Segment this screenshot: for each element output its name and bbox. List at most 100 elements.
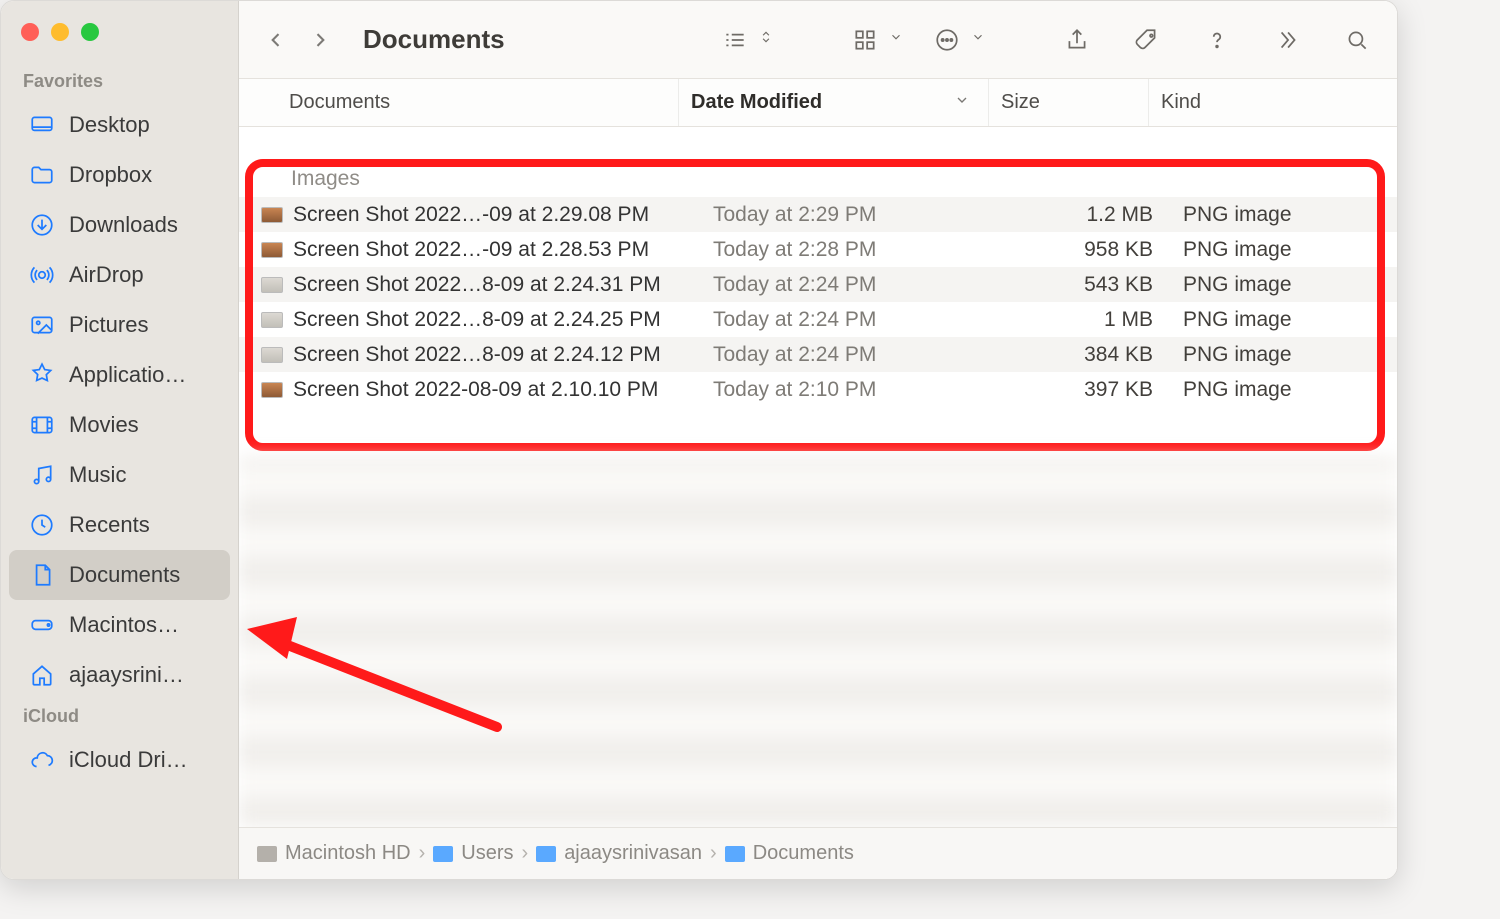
breadcrumb-item[interactable]: ajaaysrinivasan xyxy=(536,842,702,865)
file-row[interactable]: Screen Shot 2022-08-09 at 2.10.10 PM Tod… xyxy=(239,372,1397,407)
sidebar-item-home[interactable]: ajaaysrini… xyxy=(9,650,230,700)
movies-icon xyxy=(29,412,55,438)
file-name: Screen Shot 2022…-09 at 2.28.53 PM xyxy=(293,238,649,262)
sidebar-item-desktop[interactable]: Desktop xyxy=(9,100,230,150)
sidebar-item-label: ajaaysrini… xyxy=(69,662,184,688)
file-size: 958 KB xyxy=(1011,238,1171,262)
tags-button[interactable] xyxy=(1127,20,1167,60)
column-kind[interactable]: Kind xyxy=(1149,79,1397,126)
column-name[interactable]: Documents xyxy=(239,79,679,126)
chevron-down-icon xyxy=(889,30,903,49)
folder-icon xyxy=(433,846,453,862)
file-thumbnail-icon xyxy=(261,312,283,328)
sidebar-item-pictures[interactable]: Pictures xyxy=(9,300,230,350)
file-row[interactable]: Screen Shot 2022…-09 at 2.29.08 PM Today… xyxy=(239,197,1397,232)
forward-button[interactable] xyxy=(303,23,337,57)
file-date: Today at 2:10 PM xyxy=(701,378,1011,402)
file-row[interactable]: Screen Shot 2022…-09 at 2.28.53 PM Today… xyxy=(239,232,1397,267)
close-window-button[interactable] xyxy=(21,23,39,41)
column-date-modified[interactable]: Date Modified xyxy=(679,79,989,126)
view-list-button[interactable] xyxy=(715,20,773,60)
minimize-window-button[interactable] xyxy=(51,23,69,41)
file-name: Screen Shot 2022…8-09 at 2.24.12 PM xyxy=(293,343,661,367)
group-by-button[interactable] xyxy=(845,20,903,60)
sidebar-item-label: Documents xyxy=(69,562,180,588)
sidebar-item-label: Music xyxy=(69,462,126,488)
sidebar-item-music[interactable]: Music xyxy=(9,450,230,500)
chevron-down-icon xyxy=(954,91,970,114)
sidebar-item-recents[interactable]: Recents xyxy=(9,500,230,550)
sidebar-item-dropbox[interactable]: Dropbox xyxy=(9,150,230,200)
sidebar-item-label: Downloads xyxy=(69,212,178,238)
sidebar-item-movies[interactable]: Movies xyxy=(9,400,230,450)
file-date: Today at 2:24 PM xyxy=(701,273,1011,297)
sidebar-item-icloud-drive[interactable]: iCloud Dri… xyxy=(9,735,230,785)
disk-icon xyxy=(29,612,55,638)
sidebar-item-macintosh-hd[interactable]: Macintos… xyxy=(9,600,230,650)
sidebar-item-label: Movies xyxy=(69,412,139,438)
column-size[interactable]: Size xyxy=(989,79,1149,126)
sidebar-item-applications[interactable]: Applicatio… xyxy=(9,350,230,400)
file-kind: PNG image xyxy=(1171,203,1397,227)
folder-icon xyxy=(725,846,745,862)
sidebar-section-icloud: iCloud xyxy=(1,700,238,735)
back-button[interactable] xyxy=(259,23,293,57)
zoom-window-button[interactable] xyxy=(81,23,99,41)
chevron-down-icon xyxy=(971,30,985,49)
path-bar: Macintosh HD›Users›ajaaysrinivasan›Docum… xyxy=(239,827,1397,879)
breadcrumb-item[interactable]: Macintosh HD xyxy=(257,842,411,865)
breadcrumb-separator: › xyxy=(710,842,717,865)
sidebar-item-label: Macintos… xyxy=(69,612,179,638)
airdrop-icon xyxy=(29,262,55,288)
file-row[interactable]: Screen Shot 2022…8-09 at 2.24.25 PM Toda… xyxy=(239,302,1397,337)
breadcrumb-label: Documents xyxy=(753,842,854,865)
file-name: Screen Shot 2022…8-09 at 2.24.25 PM xyxy=(293,308,661,332)
file-kind: PNG image xyxy=(1171,378,1397,402)
sidebar-item-label: Applicatio… xyxy=(69,362,186,388)
file-date: Today at 2:28 PM xyxy=(701,238,1011,262)
file-thumbnail-icon xyxy=(261,382,283,398)
window-controls xyxy=(1,15,238,65)
help-button[interactable] xyxy=(1197,20,1237,60)
file-size: 384 KB xyxy=(1011,343,1171,367)
file-kind: PNG image xyxy=(1171,273,1397,297)
recents-icon xyxy=(29,512,55,538)
folder-icon xyxy=(536,846,556,862)
file-date: Today at 2:24 PM xyxy=(701,343,1011,367)
file-row[interactable]: Screen Shot 2022…8-09 at 2.24.31 PM Toda… xyxy=(239,267,1397,302)
file-size: 397 KB xyxy=(1011,378,1171,402)
share-button[interactable] xyxy=(1057,20,1097,60)
file-size: 1 MB xyxy=(1011,308,1171,332)
sidebar-item-downloads[interactable]: Downloads xyxy=(9,200,230,250)
file-date: Today at 2:29 PM xyxy=(701,203,1011,227)
music-icon xyxy=(29,462,55,488)
action-menu-button[interactable] xyxy=(927,20,985,60)
breadcrumb-item[interactable]: Documents xyxy=(725,842,854,865)
file-list: Images Screen Shot 2022…-09 at 2.29.08 P… xyxy=(239,127,1397,879)
finder-window: Favorites Desktop Dropbox Downloads AirD… xyxy=(0,0,1398,880)
sidebar-item-label: AirDrop xyxy=(69,262,144,288)
group-header: Images xyxy=(239,127,1397,197)
search-button[interactable] xyxy=(1337,20,1377,60)
sidebar-item-label: Dropbox xyxy=(69,162,152,188)
file-kind: PNG image xyxy=(1171,343,1397,367)
sidebar-item-documents[interactable]: Documents xyxy=(9,550,230,600)
desktop-icon xyxy=(29,112,55,138)
overflow-button[interactable] xyxy=(1267,20,1307,60)
cloud-icon xyxy=(29,747,55,773)
sidebar-item-airdrop[interactable]: AirDrop xyxy=(9,250,230,300)
window-title: Documents xyxy=(349,24,545,55)
file-kind: PNG image xyxy=(1171,238,1397,262)
pictures-icon xyxy=(29,312,55,338)
file-thumbnail-icon xyxy=(261,347,283,363)
file-thumbnail-icon xyxy=(261,207,283,223)
breadcrumb-item[interactable]: Users xyxy=(433,842,513,865)
file-size: 1.2 MB xyxy=(1011,203,1171,227)
file-row[interactable]: Screen Shot 2022…8-09 at 2.24.12 PM Toda… xyxy=(239,337,1397,372)
redacted-region xyxy=(239,457,1397,827)
column-headers: Documents Date Modified Size Kind xyxy=(239,79,1397,127)
breadcrumb-separator: › xyxy=(522,842,529,865)
home-icon xyxy=(29,662,55,688)
toolbar: Documents xyxy=(239,1,1397,79)
applications-icon xyxy=(29,362,55,388)
